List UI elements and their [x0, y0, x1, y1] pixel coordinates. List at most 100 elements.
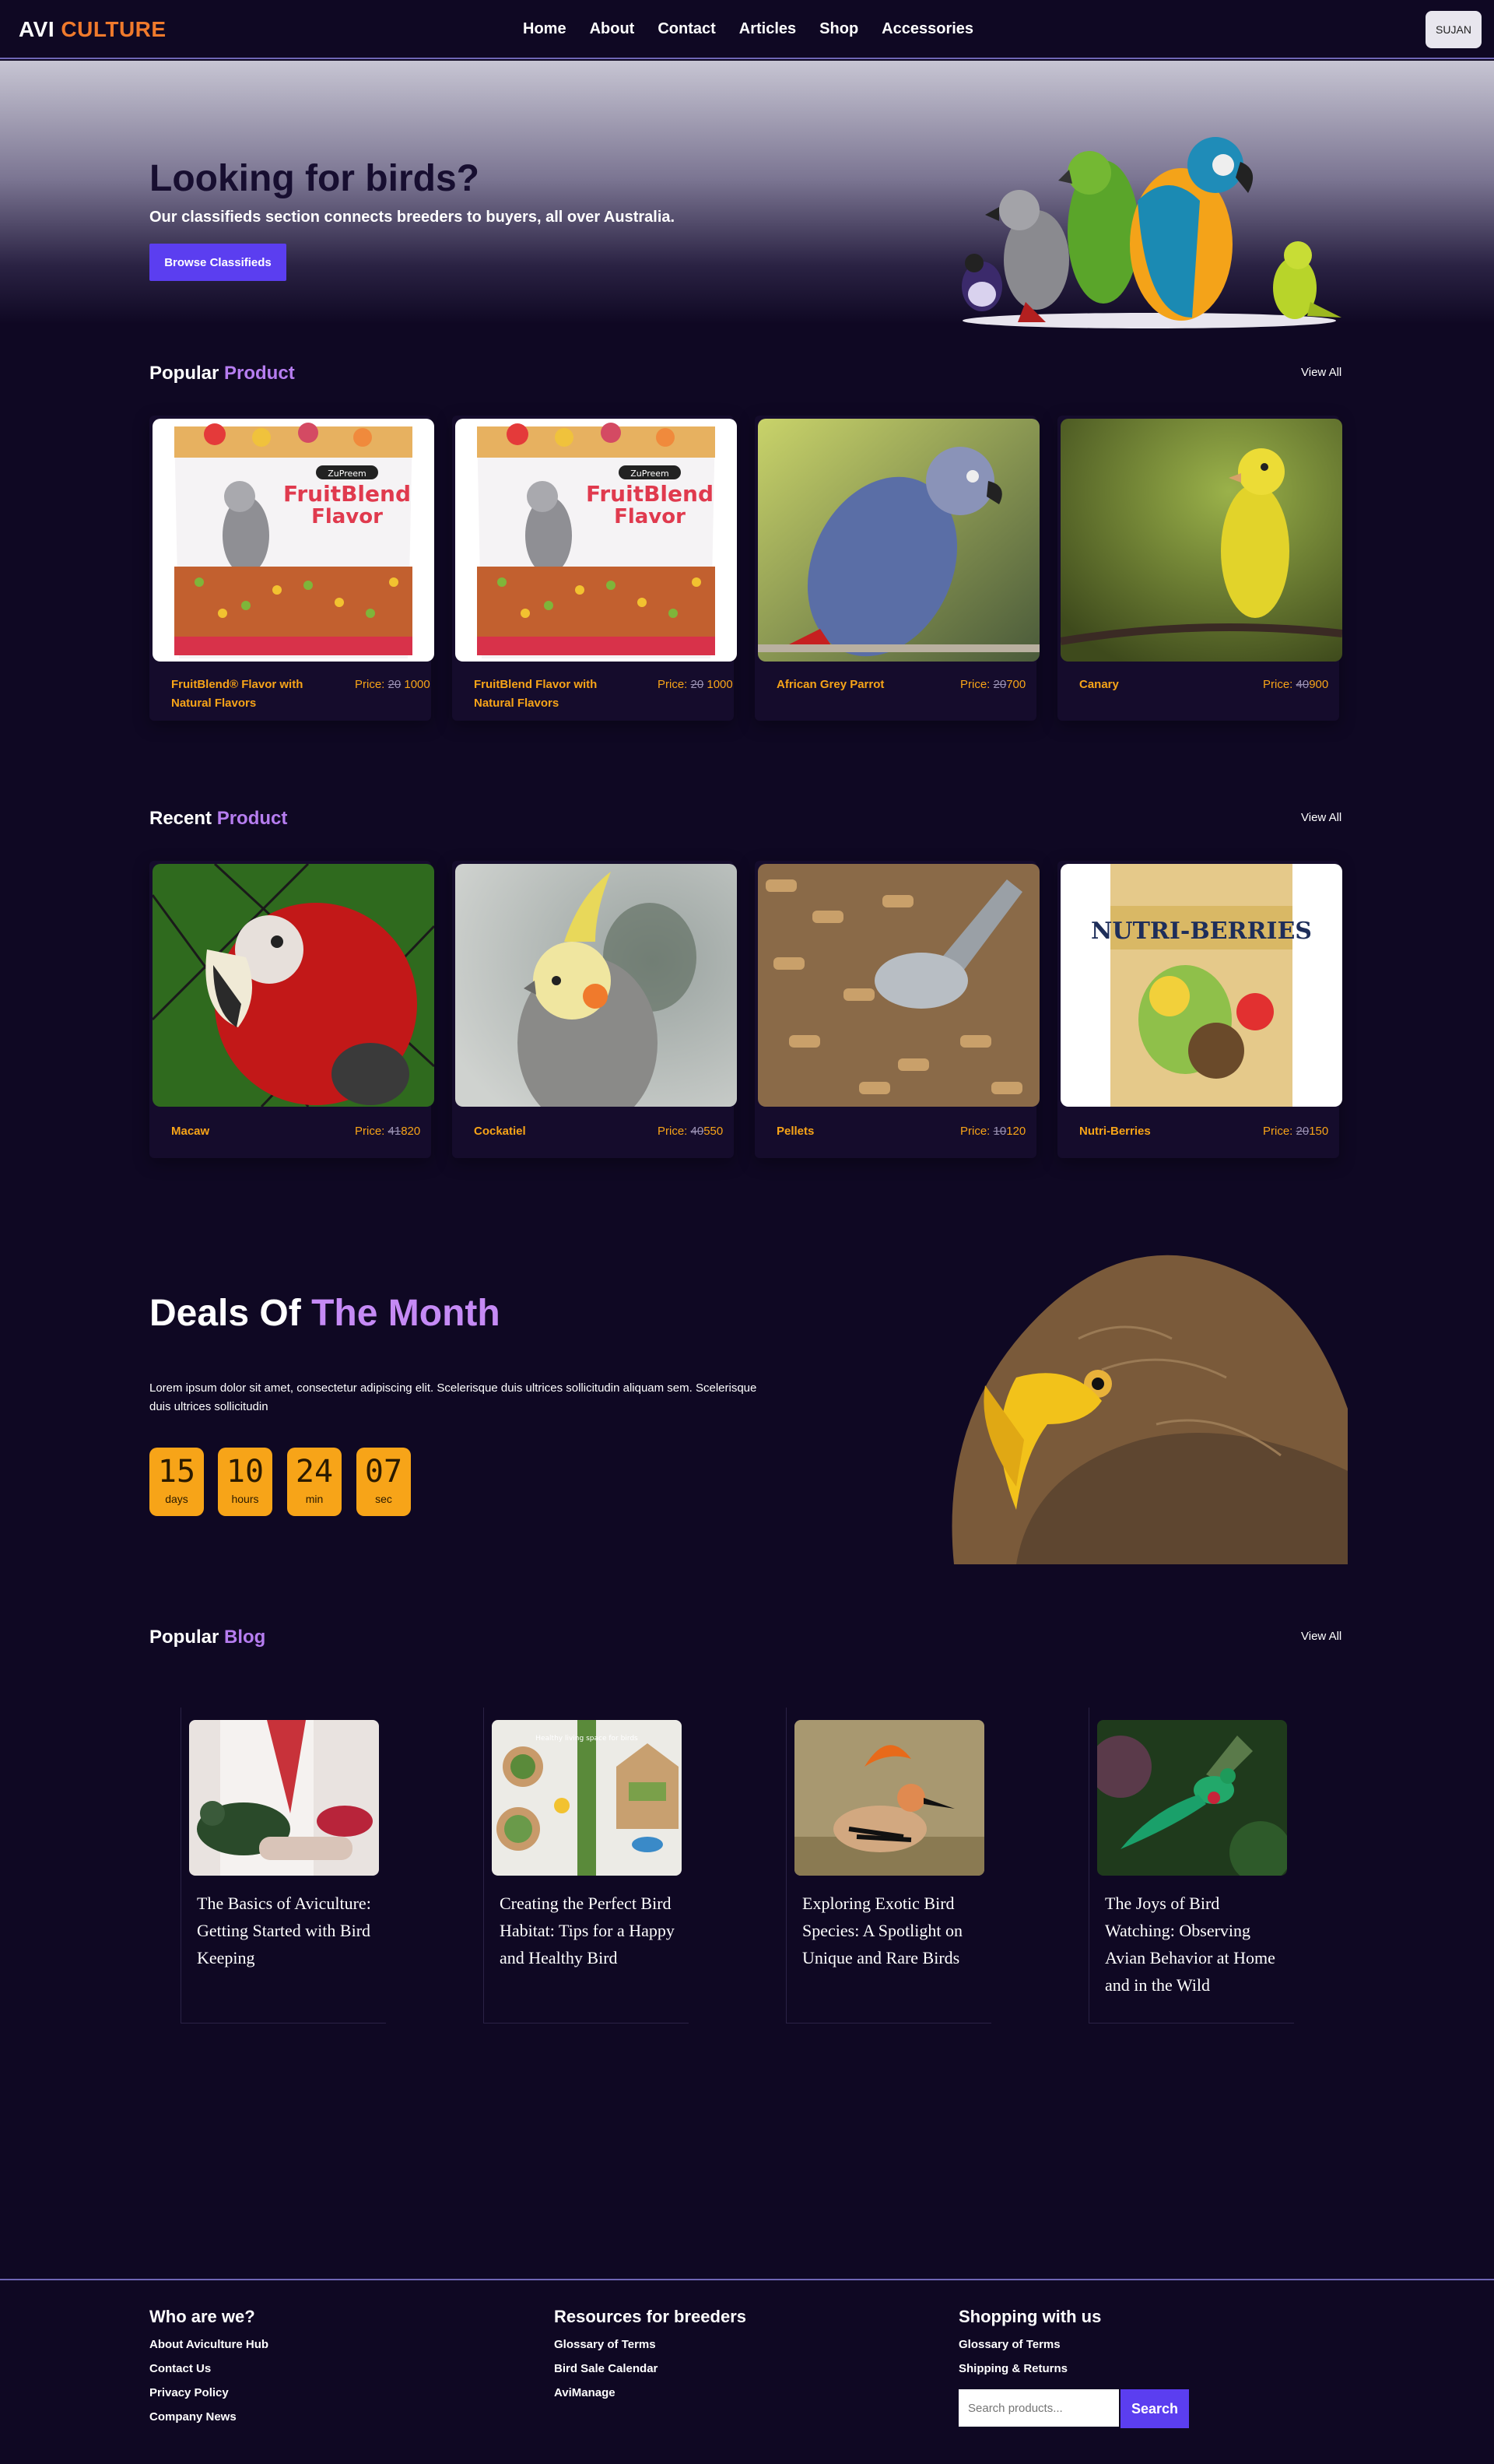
price-label: Price: — [355, 1125, 385, 1138]
product-heading-word: Product — [224, 363, 295, 384]
product-card[interactable]: ZuPreem FruitBlend Flavor FruitBlend Flavo… — [452, 416, 737, 721]
new-price: 120 — [1006, 1125, 1026, 1138]
old-price: 20 — [993, 678, 1007, 691]
nav-contact[interactable]: Contact — [658, 20, 715, 38]
hero-subtitle: Our classifieds section connects breeder… — [149, 209, 675, 226]
nav-about[interactable]: About — [590, 20, 635, 38]
countdown-value: 15 — [157, 1454, 196, 1490]
nav-articles[interactable]: Articles — [739, 20, 796, 38]
blog-card[interactable]: Exploring Exotic Bird Species: A Spotlig… — [786, 1708, 991, 2023]
footer-column-shopping: Shopping with us Glossary of Terms Shipp… — [959, 2307, 1101, 2386]
svg-text:NUTRI-BERRIES: NUTRI-BERRIES — [1091, 918, 1312, 945]
search-input[interactable] — [959, 2389, 1119, 2427]
product-name: African Grey Parrot — [777, 678, 885, 691]
svg-text:ZuPreem: ZuPreem — [328, 469, 366, 479]
popular-view-all-link[interactable]: View All — [1301, 366, 1341, 379]
svg-text:ZuPreem: ZuPreem — [630, 469, 668, 479]
svg-text:Flavor: Flavor — [614, 505, 686, 528]
recent-view-all-link[interactable]: View All — [1301, 811, 1341, 824]
countdown-days: 15 days — [149, 1448, 204, 1516]
product-image — [758, 864, 1040, 1107]
price-label: Price: — [960, 1125, 991, 1138]
blog-view-all-link[interactable]: View All — [1301, 1630, 1341, 1643]
product-name: Pellets — [777, 1125, 815, 1138]
footer-link-about[interactable]: About Aviculture Hub — [149, 2338, 268, 2351]
svg-text:FruitBlend: FruitBlend — [283, 481, 411, 507]
recent-product-heading: Recent Product — [149, 808, 287, 830]
logo-avi: AVI — [19, 17, 55, 41]
product-price: Price: 40550 — [658, 1122, 735, 1141]
new-price: 1000 — [404, 678, 430, 691]
blog-heading-word-b: Blog — [224, 1627, 266, 1648]
countdown-minutes: 24 min — [287, 1448, 342, 1516]
footer-link-glossary[interactable]: Glossary of Terms — [554, 2338, 746, 2351]
footer-link-avimanage[interactable]: AviManage — [554, 2386, 746, 2399]
footer-link-glossary[interactable]: Glossary of Terms — [959, 2338, 1101, 2351]
user-account-button[interactable]: SUJAN — [1426, 11, 1482, 48]
product-price: Price: 20150 — [1263, 1122, 1341, 1141]
nav-accessories[interactable]: Accessories — [882, 20, 973, 38]
countdown-seconds: 07 sec — [356, 1448, 411, 1516]
old-price: 10 — [993, 1125, 1007, 1138]
blog-card[interactable]: The Joys of Bird Watching: Observing Avi… — [1089, 1708, 1294, 2023]
product-name: Canary — [1079, 678, 1119, 691]
countdown-unit: sec — [375, 1493, 392, 1505]
product-card[interactable]: Cockatiel Price: 40550 — [452, 861, 737, 1158]
hero-title: Looking for birds? — [149, 158, 479, 199]
product-heading-word: Product — [216, 808, 288, 829]
product-price: Price: 40900 — [1263, 676, 1341, 694]
product-card[interactable]: Canary Price: 40900 — [1057, 416, 1342, 721]
eagle-image — [952, 1255, 1348, 1564]
blog-title: Creating the Perfect Bird Habitat: Tips … — [500, 1894, 675, 1967]
logo-culture: CULTURE — [61, 17, 167, 41]
product-card[interactable]: Pellets Price: 10120 — [755, 861, 1040, 1158]
product-card[interactable]: African Grey Parrot Price: 20700 — [755, 416, 1040, 721]
product-card[interactable]: NUTRI-BERRIES Nutri-Berries Price: 20150 — [1057, 861, 1342, 1158]
countdown-value: 24 — [295, 1454, 334, 1490]
product-name: FruitBlend® Flavor with Natural Flavors — [171, 678, 303, 710]
popular-blog-heading: Popular Blog — [149, 1627, 265, 1648]
blog-image-caption: Healthy living space for birds — [535, 1735, 638, 1743]
footer-link-contact[interactable]: Contact Us — [149, 2362, 268, 2375]
footer-link-news[interactable]: Company News — [149, 2410, 268, 2424]
price-label: Price: — [960, 678, 991, 691]
footer-link-shipping[interactable]: Shipping & Returns — [959, 2362, 1101, 2375]
blog-image: Healthy living space for birds — [492, 1720, 682, 1876]
new-price: 900 — [1309, 678, 1329, 691]
browse-classifieds-button[interactable]: Browse Classifieds — [149, 244, 286, 281]
new-price: 550 — [703, 1125, 724, 1138]
old-price: 20 — [1296, 1125, 1310, 1138]
nav-shop[interactable]: Shop — [819, 20, 858, 38]
old-price: 40 — [690, 1125, 704, 1138]
product-card[interactable]: ZuPreem FruitBlend Flavor FruitBlend® Flav… — [149, 416, 434, 721]
product-price: Price: 10120 — [960, 1122, 1038, 1141]
new-price: 1000 — [707, 678, 733, 691]
hero-banner: Looking for birds? Our classifieds secti… — [0, 61, 1494, 328]
footer-link-privacy[interactable]: Privacy Policy — [149, 2386, 268, 2399]
blog-title: The Joys of Bird Watching: Observing Avi… — [1105, 1894, 1275, 1995]
popular-heading-word: Popular — [149, 363, 219, 384]
footer-link-calendar[interactable]: Bird Sale Calendar — [554, 2362, 746, 2375]
product-image — [455, 864, 737, 1107]
main-menu: Home About Contact Articles Shop Accesso… — [523, 20, 973, 38]
footer-column-resources: Resources for breeders Glossary of Terms… — [554, 2307, 746, 2410]
price-label: Price: — [1263, 1125, 1293, 1138]
blog-card[interactable]: Healthy living space for birds Creating … — [483, 1708, 689, 2023]
nav-home[interactable]: Home — [523, 20, 566, 38]
footer-heading: Who are we? — [149, 2307, 255, 2326]
svg-text:FruitBlend: FruitBlend — [586, 481, 714, 507]
top-navbar: AVI CULTURE Home About Contact Articles … — [0, 0, 1494, 59]
countdown-unit: min — [305, 1493, 324, 1505]
site-logo[interactable]: AVI CULTURE — [19, 17, 167, 42]
search-button[interactable]: Search — [1120, 2389, 1189, 2428]
product-image: NUTRI-BERRIES — [1061, 864, 1342, 1107]
product-card[interactable]: Macaw Price: 41820 — [149, 861, 434, 1158]
blog-image — [189, 1720, 379, 1876]
new-price: 820 — [401, 1125, 421, 1138]
footer-heading: Shopping with us — [959, 2307, 1102, 2326]
price-label: Price: — [658, 1125, 688, 1138]
popular-product-heading: Popular Product — [149, 363, 295, 384]
old-price: 40 — [1296, 678, 1310, 691]
blog-card[interactable]: The Basics of Aviculture: Getting Starte… — [181, 1708, 386, 2023]
old-price: 20 — [388, 678, 402, 691]
